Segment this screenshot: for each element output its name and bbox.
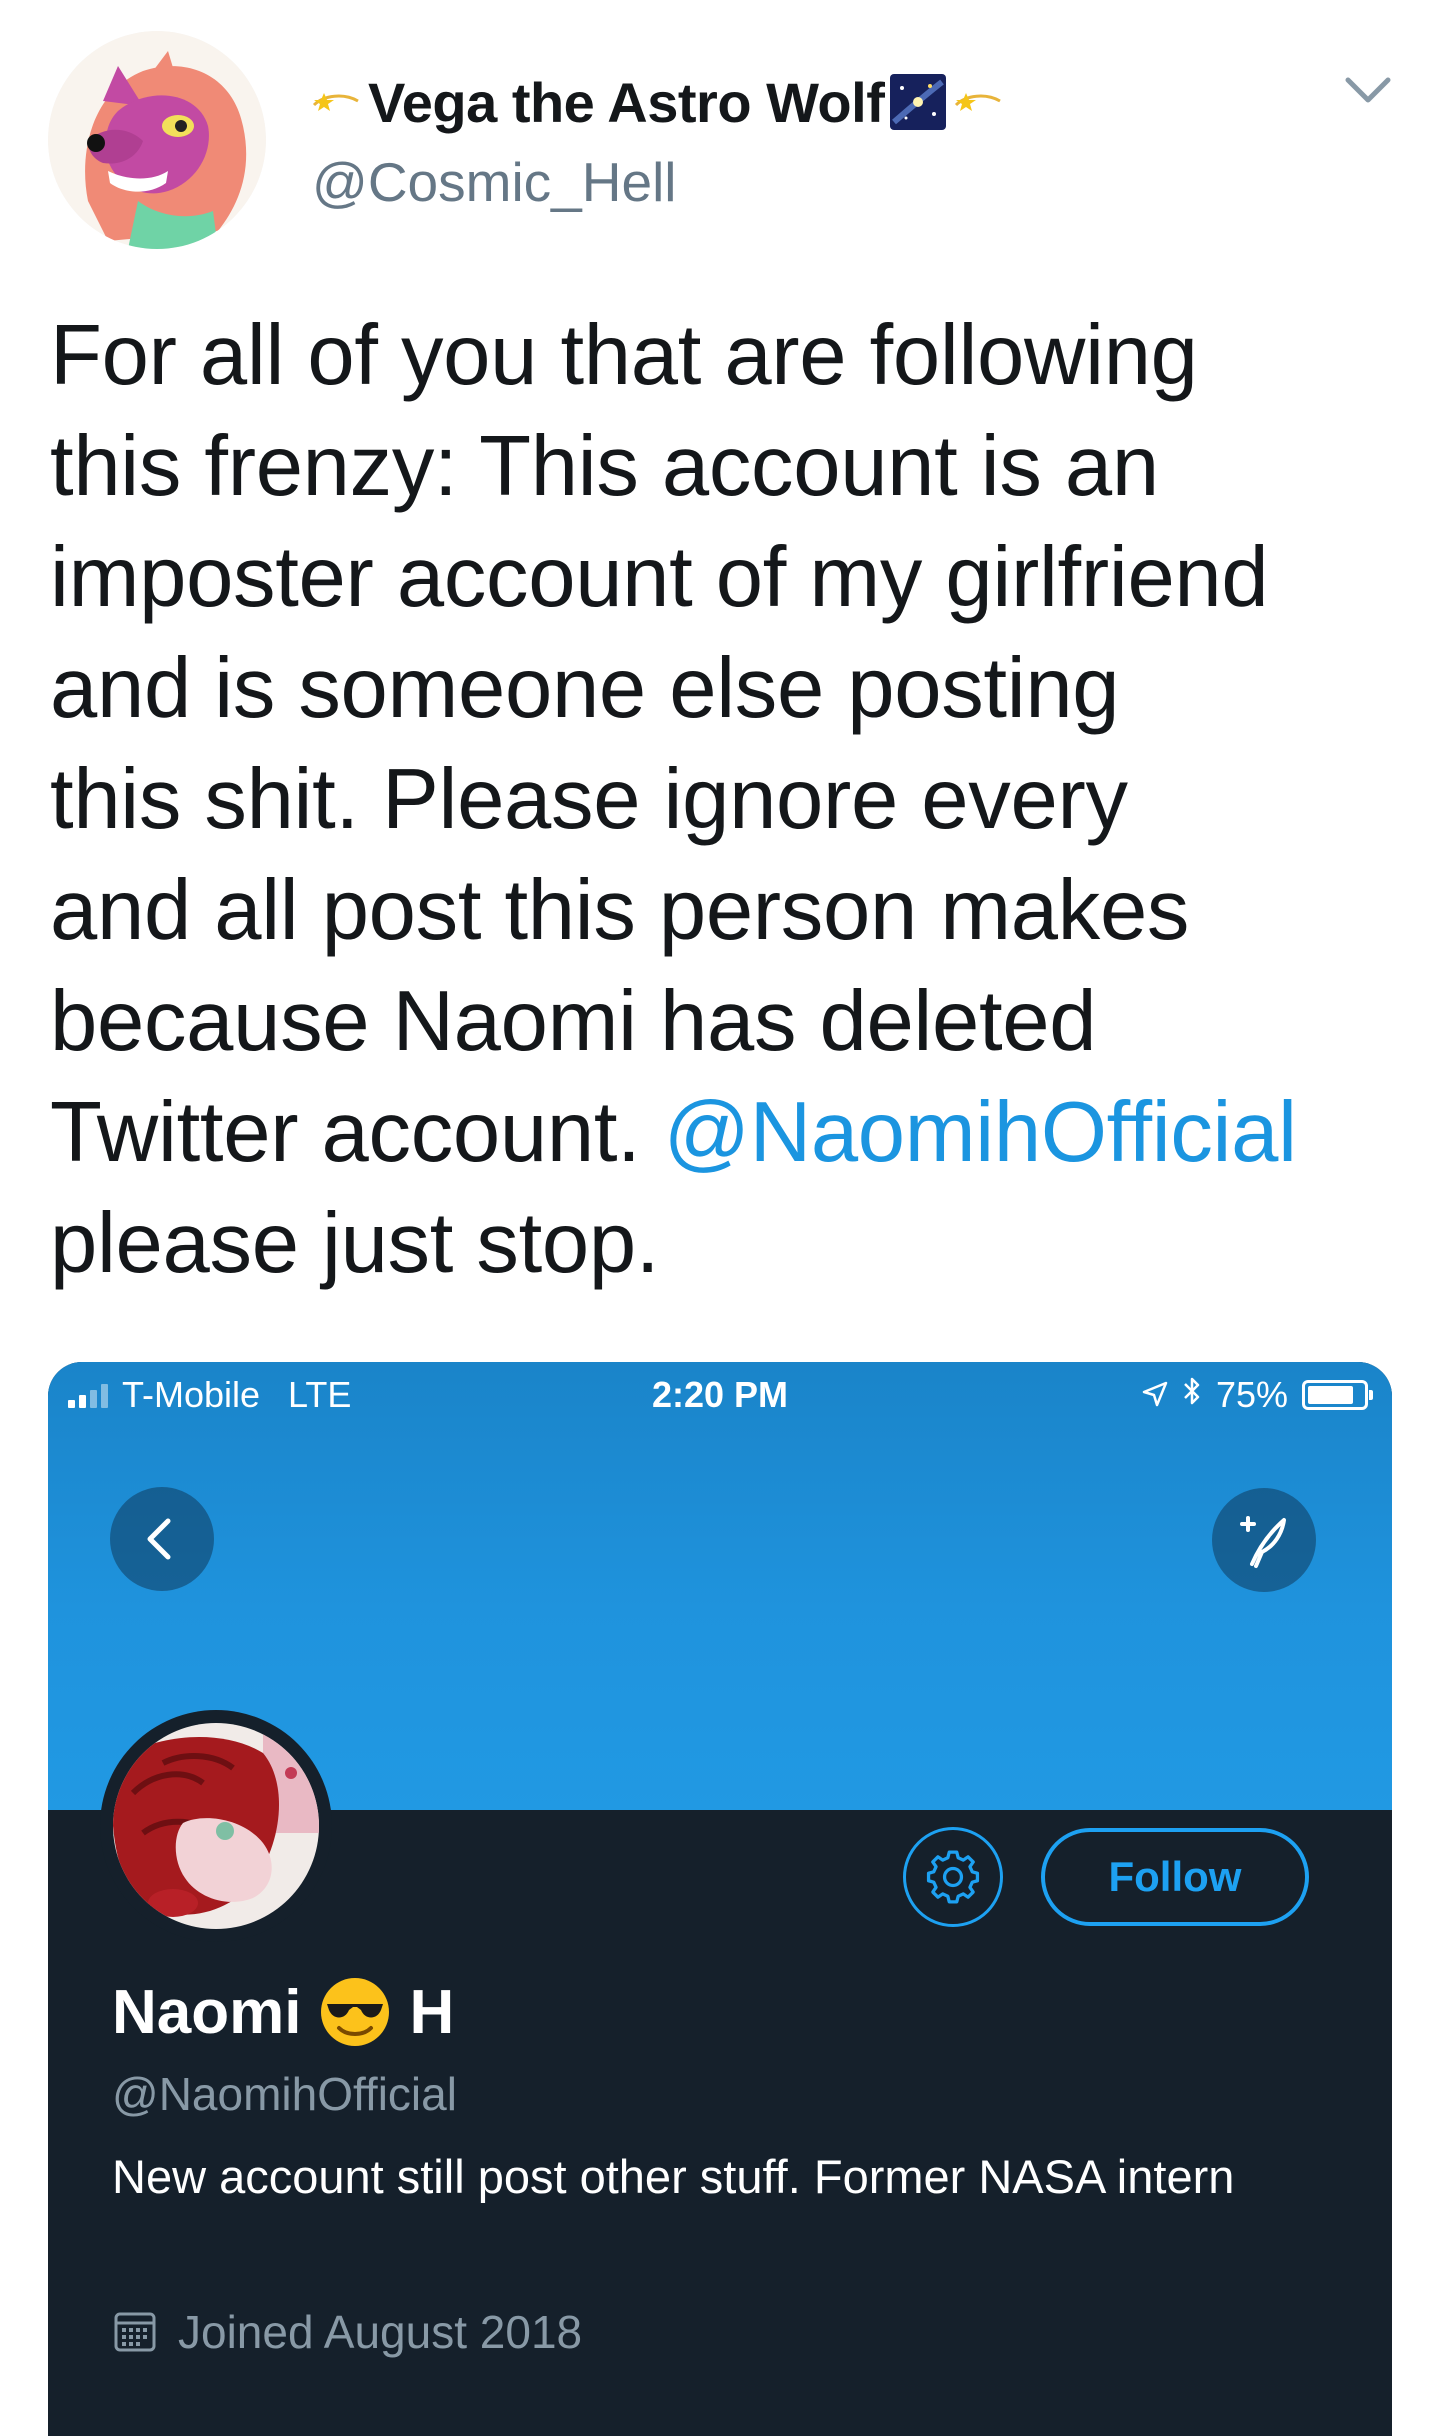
tweet-text: For all of you that are following this f… (50, 300, 1390, 1299)
wolf-avatar-illustration (48, 31, 266, 249)
location-arrow-icon (1142, 1374, 1168, 1416)
profile-name-last: H (409, 1977, 455, 2047)
profile-joined-date: Joined August 2018 (112, 2297, 582, 2367)
sunglasses-emoji-icon (317, 1974, 393, 2050)
back-button[interactable] (110, 1487, 214, 1591)
battery-icon (1302, 1380, 1373, 1410)
tweet-text-line: imposter account of my girlfriend (50, 530, 1269, 625)
bluetooth-icon (1182, 1374, 1202, 1416)
follow-button[interactable]: Follow (1041, 1828, 1309, 1926)
profile-avatar-illustration (113, 1723, 319, 1929)
status-bar: T-Mobile LTE 2:20 PM 75% (48, 1362, 1392, 1432)
profile-name-first: Naomi (112, 1977, 302, 2047)
author-name-text: Vega the Astro Wolf (368, 70, 885, 134)
battery-percent: 75% (1215, 1374, 1288, 1415)
compose-tweet-button[interactable] (1212, 1488, 1316, 1592)
profile-avatar[interactable] (100, 1710, 332, 1942)
author-handle[interactable]: @Cosmic_Hell (312, 150, 677, 214)
mention-link[interactable]: @NaomihOfficial (664, 1085, 1297, 1180)
tweet-text-segment: Twitter account. (50, 1085, 664, 1180)
settings-button[interactable] (903, 1827, 1003, 1927)
tweet-text-line: this frenzy: This account is an (50, 419, 1159, 514)
author-avatar[interactable] (48, 31, 266, 249)
tweet-text-line: For all of you that are following (50, 308, 1198, 403)
tweet-text-line: because Naomi has deleted (50, 974, 1097, 1069)
tweet-text-line: please just stop. (50, 1196, 660, 1291)
profile-handle: @NaomihOfficial (112, 2068, 457, 2120)
status-bar-right: 75% (1142, 1374, 1373, 1416)
calendar-icon (112, 2309, 158, 2355)
dizzy-star-emoji-icon (952, 87, 1004, 117)
profile-bio: New account still post other stuff. Form… (112, 2150, 1235, 2203)
gear-icon (926, 1850, 980, 1904)
profile-display-name: Naomi H (112, 1972, 454, 2052)
author-display-name[interactable]: Vega the Astro Wolf (310, 66, 1004, 138)
dizzy-star-emoji-icon (310, 87, 362, 117)
chevron-left-icon (147, 1518, 171, 1560)
tweet-text-line: this shit. Please ignore every (50, 752, 1128, 847)
embedded-screenshot[interactable]: T-Mobile LTE 2:20 PM 75% Follow Naomi H … (48, 1362, 1392, 2436)
tweet-text-line: and all post this person makes (50, 863, 1190, 958)
joined-label: Joined August 2018 (178, 2306, 583, 2358)
milky-way-emoji-icon (890, 74, 947, 130)
chevron-down-icon[interactable] (1340, 66, 1396, 114)
tweet-text-line: and is someone else posting (50, 641, 1120, 736)
tweet-text-line-with-mention: Twitter account. @NaomihOfficial (50, 1077, 1390, 1188)
compose-tweet-icon (1240, 1516, 1286, 1568)
